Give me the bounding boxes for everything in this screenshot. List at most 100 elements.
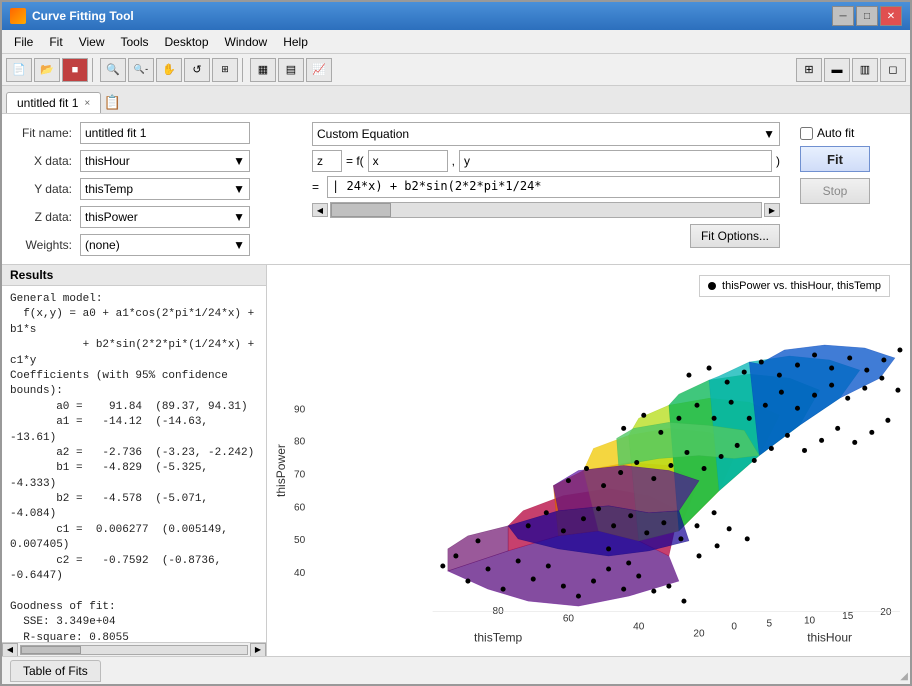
fit-right-panel: Auto fit Fit Stop: [800, 122, 900, 256]
eq-x-input[interactable]: [368, 150, 448, 172]
svg-text:thisHour: thisHour: [807, 630, 852, 644]
grid-button[interactable]: ⊞: [212, 58, 238, 82]
maximize-button[interactable]: □: [856, 6, 878, 26]
pan-button[interactable]: ✋: [156, 58, 182, 82]
fit-config: Fit name: X data: thisHour ▼ Y data: thi…: [2, 114, 910, 265]
menu-view[interactable]: View: [71, 33, 113, 51]
eq-scrollbar-thumb[interactable]: [331, 203, 391, 217]
grid-view-4[interactable]: ◻: [880, 58, 906, 82]
zoom-out-button[interactable]: 🔍-: [128, 58, 154, 82]
chart-svg: thisPower thisTemp thisHour 40 50 60 70 …: [267, 265, 910, 656]
svg-text:20: 20: [693, 628, 705, 639]
weights-select[interactable]: (none) ▼: [80, 234, 250, 256]
eq-formula-eq-label: =: [312, 180, 319, 194]
x-data-arrow-icon: ▼: [233, 154, 245, 168]
eq-scroll-right-button[interactable]: ▶: [764, 203, 780, 217]
z-data-arrow-icon: ▼: [233, 210, 245, 224]
table-of-fits-tab[interactable]: Table of Fits: [10, 660, 101, 682]
main-area: Results General model: f(x,y) = a0 + a1*…: [2, 265, 910, 656]
new-button[interactable]: 📄: [6, 58, 32, 82]
menu-desktop[interactable]: Desktop: [157, 33, 217, 51]
eq-equals-label: = f(: [346, 154, 364, 168]
eq-y-input[interactable]: [459, 150, 772, 172]
fit-button[interactable]: Fit: [800, 146, 870, 172]
weights-arrow-icon: ▼: [233, 238, 245, 252]
y-data-arrow-icon: ▼: [233, 182, 245, 196]
title-bar: Curve Fitting Tool ─ □ ✕: [2, 2, 910, 30]
menu-window[interactable]: Window: [217, 33, 276, 51]
auto-fit-label: Auto fit: [817, 126, 854, 140]
app-icon: [10, 8, 26, 24]
svg-text:60: 60: [294, 503, 306, 514]
z-data-select[interactable]: thisPower ▼: [80, 206, 250, 228]
svg-text:70: 70: [294, 470, 306, 481]
zoom-in-button[interactable]: 🔍: [100, 58, 126, 82]
svg-text:thisTemp: thisTemp: [474, 630, 523, 644]
resize-handle[interactable]: ◢: [900, 671, 908, 682]
y-data-select[interactable]: thisTemp ▼: [80, 178, 250, 200]
plot-button[interactable]: 📈: [306, 58, 332, 82]
eq-z-input[interactable]: [312, 150, 342, 172]
table-button[interactable]: ▦: [250, 58, 276, 82]
chart-area: thisPower vs. thisHour, thisTemp thisPow…: [267, 265, 910, 656]
color-button[interactable]: ■: [62, 58, 88, 82]
svg-text:10: 10: [804, 615, 816, 626]
open-button[interactable]: 📂: [34, 58, 60, 82]
equation-type-select[interactable]: Custom Equation ▼: [312, 122, 780, 146]
svg-text:20: 20: [880, 607, 892, 618]
fit-name-row: Fit name:: [12, 122, 292, 144]
toolbar-right: ⊞ ▬ ▥ ◻: [796, 58, 906, 82]
z-data-row: Z data: thisPower ▼: [12, 206, 292, 228]
fit-name-label: Fit name:: [12, 126, 72, 140]
new-tab-button[interactable]: 📋: [101, 91, 123, 113]
grid-view-2[interactable]: ▬: [824, 58, 850, 82]
results-scroll-right[interactable]: ▶: [250, 643, 266, 657]
svg-text:thisPower: thisPower: [274, 444, 288, 497]
auto-fit-checkbox[interactable]: [800, 127, 813, 140]
main-window: Curve Fitting Tool ─ □ ✕ File Fit View T…: [0, 0, 912, 686]
eq-scroll-left-button[interactable]: ◀: [312, 203, 328, 217]
rotate-button[interactable]: ↺: [184, 58, 210, 82]
auto-fit-row: Auto fit: [800, 126, 854, 140]
eq-close-paren-label: ): [776, 154, 780, 168]
svg-text:80: 80: [492, 606, 504, 617]
eq-scrollbar-track[interactable]: [330, 202, 762, 218]
menu-bar: File Fit View Tools Desktop Window Help: [2, 30, 910, 54]
results-scrollbar: ◀ ▶: [2, 642, 266, 656]
stop-button[interactable]: Stop: [800, 178, 870, 204]
eq-scrollbar-row: ◀ ▶: [312, 202, 780, 218]
fit-options-button[interactable]: Fit Options...: [690, 224, 780, 248]
fit-name-input[interactable]: [80, 122, 250, 144]
bottom-bar: Table of Fits ◢: [2, 656, 910, 684]
menu-help[interactable]: Help: [275, 33, 316, 51]
y-data-value: thisTemp: [85, 182, 133, 196]
results-scrollbar-thumb[interactable]: [21, 646, 81, 654]
x-data-label: X data:: [12, 154, 72, 168]
menu-fit[interactable]: Fit: [41, 33, 70, 51]
separator-1: [92, 58, 96, 82]
legend-label: thisPower vs. thisHour, thisTemp: [722, 280, 881, 292]
svg-text:50: 50: [294, 535, 306, 546]
menu-tools[interactable]: Tools: [112, 33, 156, 51]
close-button[interactable]: ✕: [880, 6, 902, 26]
chart-legend: thisPower vs. thisHour, thisTemp: [699, 275, 890, 297]
separator-2: [242, 58, 246, 82]
svg-text:60: 60: [563, 613, 575, 624]
window-title: Curve Fitting Tool: [32, 9, 134, 23]
grid-view-3[interactable]: ▥: [852, 58, 878, 82]
results-panel: Results General model: f(x,y) = a0 + a1*…: [2, 265, 267, 656]
results-scroll-left[interactable]: ◀: [2, 643, 18, 657]
minimize-button[interactable]: ─: [832, 6, 854, 26]
results-scrollbar-track[interactable]: [20, 645, 248, 655]
weights-row: Weights: (none) ▼: [12, 234, 292, 256]
menu-file[interactable]: File: [6, 33, 41, 51]
tab-close-button[interactable]: ×: [84, 98, 90, 109]
chart-button[interactable]: ▤: [278, 58, 304, 82]
svg-text:5: 5: [767, 618, 773, 629]
fit-tab[interactable]: untitled fit 1 ×: [6, 92, 101, 113]
x-data-select[interactable]: thisHour ▼: [80, 150, 250, 172]
y-data-row: Y data: thisTemp ▼: [12, 178, 292, 200]
z-data-label: Z data:: [12, 210, 72, 224]
grid-view-1[interactable]: ⊞: [796, 58, 822, 82]
equation-type-value: Custom Equation: [317, 127, 409, 141]
